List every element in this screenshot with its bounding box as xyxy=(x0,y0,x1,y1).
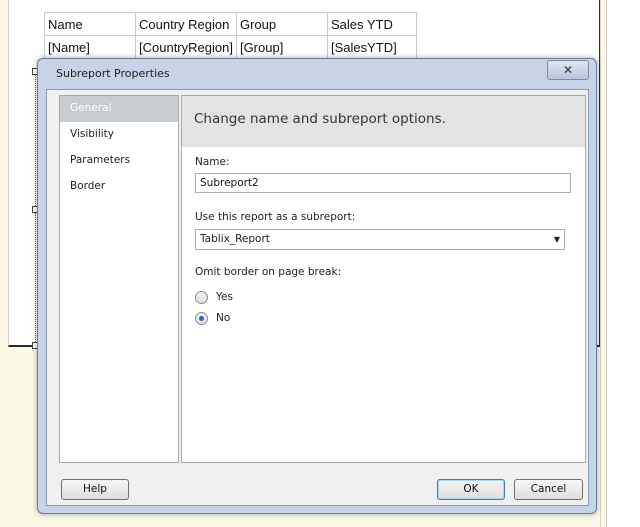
subreport-dropdown-value: Tablix_Report xyxy=(200,233,270,245)
report-tablix[interactable]: Name Country Region Group Sales YTD [Nam… xyxy=(44,12,417,59)
radio-button[interactable] xyxy=(195,290,208,304)
omit-border-label: Omit border on page break: xyxy=(195,266,342,278)
tablix-header-cell[interactable]: Group xyxy=(235,12,328,36)
nav-item-parameters[interactable]: Parameters xyxy=(60,148,178,174)
radio-no[interactable]: No xyxy=(195,310,230,326)
cancel-button[interactable]: Cancel xyxy=(514,479,583,500)
tablix-field-cell[interactable]: [Name] xyxy=(44,35,136,59)
subreport-label: Use this report as a subreport: xyxy=(195,211,356,223)
page-navigation: General Visibility Parameters Border xyxy=(59,95,179,463)
close-icon: ✕ xyxy=(562,63,574,77)
radio-yes[interactable]: Yes xyxy=(195,289,233,305)
tablix-header-cell[interactable]: Sales YTD xyxy=(326,12,417,36)
nav-item-border[interactable]: Border xyxy=(60,174,178,200)
tablix-field-cell[interactable]: [Group] xyxy=(235,35,328,59)
help-button[interactable]: Help xyxy=(61,479,129,500)
tablix-detail-row[interactable]: [Name] [CountryRegion] [Group] [SalesYTD… xyxy=(44,35,417,59)
ok-button[interactable]: OK xyxy=(437,479,505,500)
subreport-dropdown[interactable]: Tablix_Report ▼ xyxy=(195,229,565,250)
nav-item-visibility[interactable]: Visibility xyxy=(60,122,178,148)
dialog-titlebar[interactable]: Subreport Properties ✕ xyxy=(38,59,596,87)
name-input[interactable]: Subreport2 xyxy=(195,173,571,193)
tablix-header-cell[interactable]: Country Region xyxy=(135,12,237,36)
radio-no-label[interactable]: No xyxy=(216,312,230,324)
radio-yes-label[interactable]: Yes xyxy=(216,291,233,303)
close-button[interactable]: ✕ xyxy=(547,60,589,80)
dialog-body: General Visibility Parameters Border Cha… xyxy=(46,89,589,506)
page-header-text: Change name and subreport options. xyxy=(194,111,446,127)
dialog-title: Subreport Properties xyxy=(56,67,170,80)
side-panel xyxy=(606,0,640,527)
tablix-field-cell[interactable]: [SalesYTD] xyxy=(326,35,417,59)
subreport-properties-dialog: Subreport Properties ✕ General Visibilit… xyxy=(37,58,597,514)
tablix-header-cell[interactable]: Name xyxy=(44,12,136,36)
name-label: Name: xyxy=(195,156,230,168)
general-page: Change name and subreport options. Name:… xyxy=(181,95,586,463)
tablix-field-cell[interactable]: [CountryRegion] xyxy=(135,35,237,59)
tablix-header-row[interactable]: Name Country Region Group Sales YTD xyxy=(44,12,417,36)
nav-item-general[interactable]: General xyxy=(60,96,178,122)
chevron-down-icon[interactable]: ▼ xyxy=(554,230,560,249)
page-header: Change name and subreport options. xyxy=(182,96,585,147)
radio-button-checked[interactable] xyxy=(195,311,208,325)
